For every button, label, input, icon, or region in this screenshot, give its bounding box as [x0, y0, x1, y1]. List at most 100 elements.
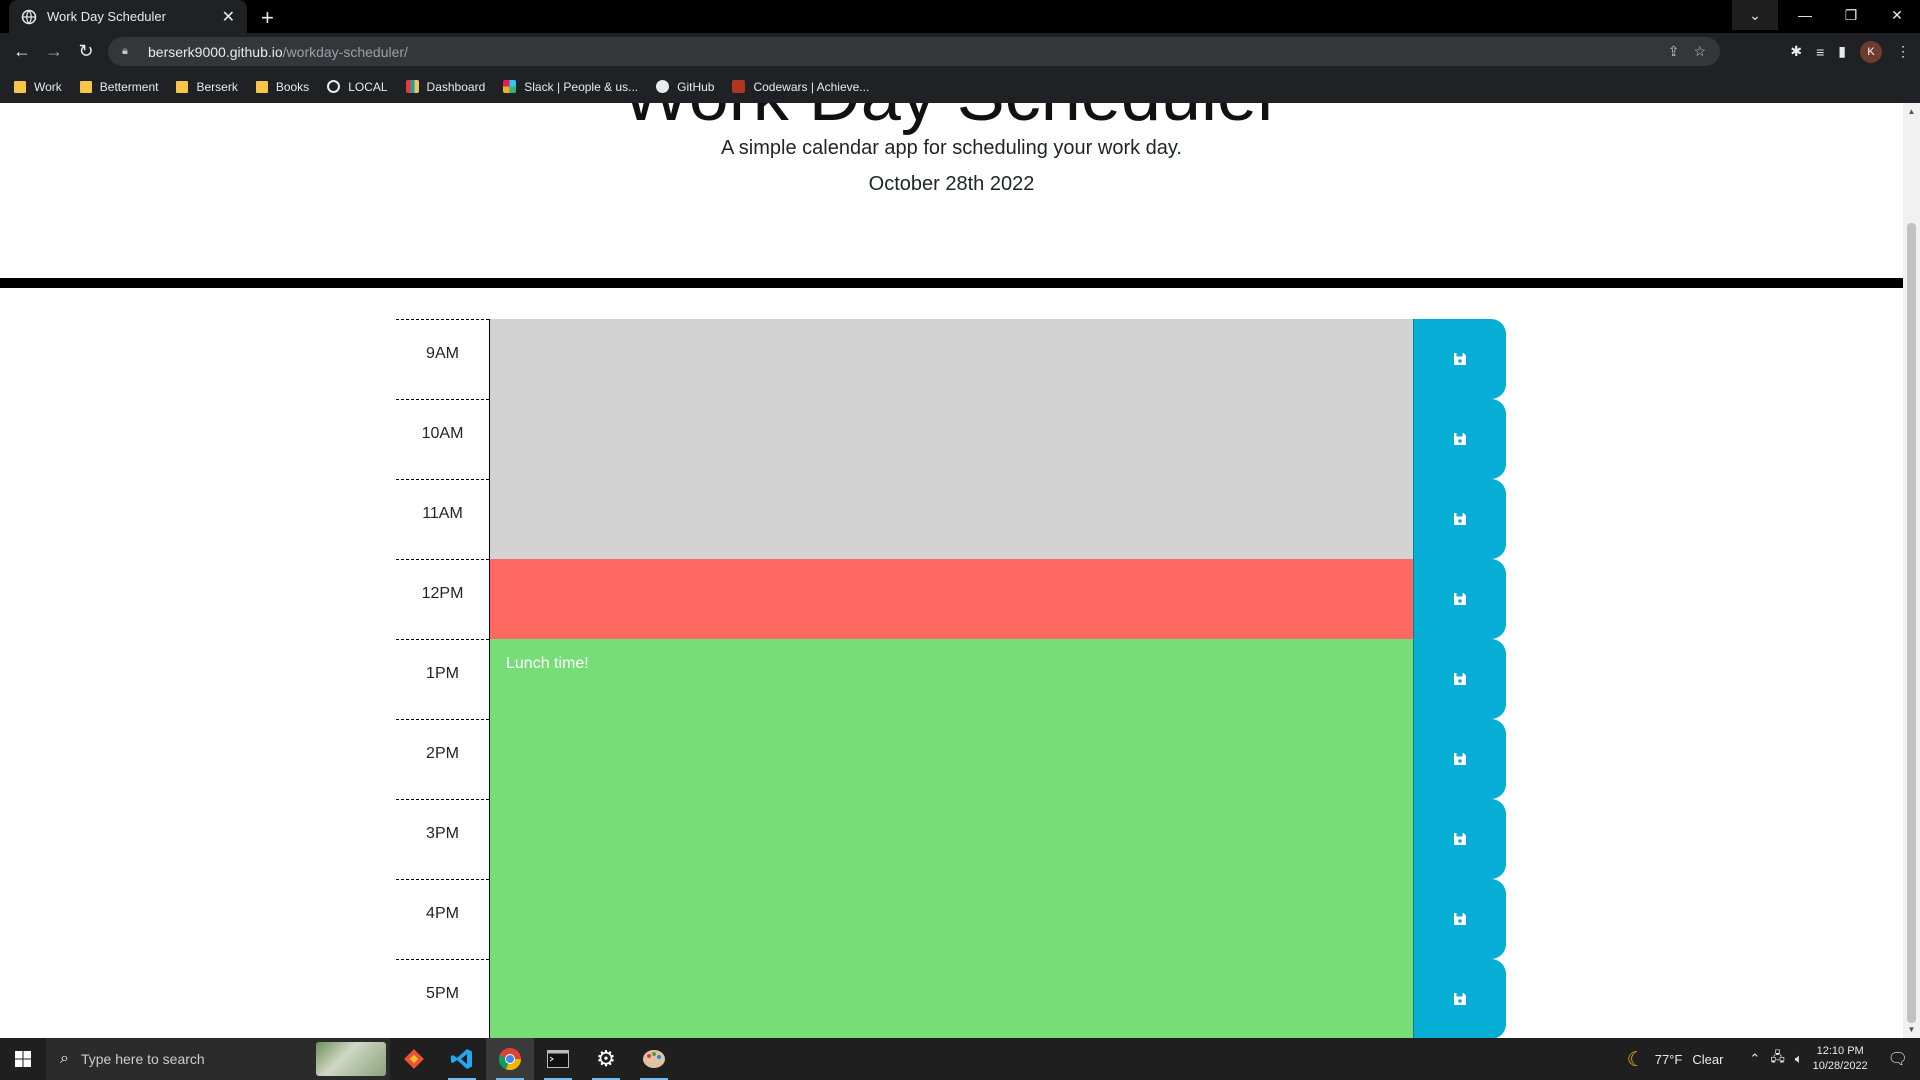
save-icon — [1454, 673, 1466, 685]
bookmark-berserk[interactable]: Berserk — [176, 80, 238, 94]
reload-icon[interactable]: ↻ — [70, 36, 102, 68]
bookmark-codewars[interactable]: Codewars | Achieve... — [732, 80, 869, 94]
chrome-app-icon[interactable] — [486, 1038, 534, 1080]
notifications-icon[interactable]: 🗨︎ — [1888, 1049, 1908, 1069]
save-icon — [1454, 753, 1466, 765]
scroll-up-icon[interactable]: ▲ — [1907, 107, 1916, 116]
forward-icon[interactable]: → — [38, 36, 70, 68]
bookmark-label: Codewars | Achieve... — [753, 79, 870, 94]
globe-icon — [327, 80, 341, 93]
scrollbar-thumb[interactable] — [1907, 223, 1916, 1023]
event-description[interactable] — [489, 399, 1413, 479]
back-icon[interactable]: ← — [6, 36, 38, 68]
share-icon[interactable]: ⇪ — [1668, 43, 1680, 60]
save-icon — [1454, 913, 1466, 925]
folder-icon — [176, 80, 189, 93]
new-tab-button[interactable]: + — [261, 7, 274, 29]
bookmark-slack[interactable]: Slack | People & us... — [503, 80, 638, 94]
save-button[interactable] — [1413, 799, 1506, 879]
browser-tab[interactable]: Work Day Scheduler ✕ — [9, 0, 247, 33]
avatar[interactable]: K — [1860, 40, 1882, 63]
scroll-down-icon[interactable]: ▼ — [1907, 1025, 1916, 1034]
event-description[interactable] — [489, 959, 1413, 1038]
paint-app-icon[interactable] — [630, 1038, 678, 1080]
bookmark-label: Books — [275, 79, 310, 94]
save-button[interactable] — [1413, 879, 1506, 959]
page-viewport: Work Day Scheduler A simple calendar app… — [0, 103, 1903, 1038]
close-window-icon[interactable]: ✕ — [1874, 0, 1920, 30]
time-block: 3PM — [396, 799, 1506, 879]
event-description[interactable] — [489, 319, 1413, 399]
save-button[interactable] — [1413, 719, 1506, 799]
lock-icon[interactable]: 🔒︎ — [122, 45, 136, 58]
extensions-icon[interactable]: ✱ — [1790, 43, 1802, 60]
time-block: 4PM — [396, 879, 1506, 959]
hour-label: 3PM — [396, 799, 489, 879]
bookmark-label: Work — [34, 79, 62, 94]
weather-temp[interactable]: 77°F — [1655, 1052, 1683, 1067]
address-bar[interactable]: 🔒︎ berserk9000.github.io/workday-schedul… — [108, 37, 1720, 66]
time-block: 9AM — [396, 319, 1506, 399]
chevron-up-icon[interactable]: ⌃ — [1749, 1051, 1760, 1067]
hour-label: 10AM — [396, 399, 489, 479]
taskbar-search[interactable]: ⌕ Type here to search — [46, 1038, 390, 1080]
event-description[interactable] — [489, 879, 1413, 959]
bookmark-label: Slack | People & us... — [524, 79, 639, 94]
moon-icon[interactable]: ☾ — [1627, 1047, 1645, 1072]
bookmark-star-icon[interactable]: ☆ — [1693, 43, 1706, 60]
time-block: 11AM — [396, 479, 1506, 559]
tab-search-icon[interactable]: ⌄ — [1732, 0, 1778, 30]
settings-app-icon[interactable]: ⚙ — [582, 1038, 630, 1080]
save-button[interactable] — [1413, 399, 1506, 479]
git-app-icon[interactable] — [390, 1038, 438, 1080]
minimize-icon[interactable]: — — [1782, 0, 1828, 30]
clock-date: 10/28/2022 — [1812, 1060, 1868, 1072]
save-icon — [1454, 833, 1466, 845]
restore-icon[interactable]: ❐ — [1828, 0, 1874, 30]
current-date: October 28th 2022 — [868, 173, 1035, 195]
bookmark-local[interactable]: LOCAL — [327, 80, 388, 94]
menu-icon[interactable]: ⋮ — [1896, 43, 1910, 60]
taskbar-clock[interactable]: 12:10 PM 10/28/2022 — [1813, 1044, 1868, 1074]
close-tab-icon[interactable]: ✕ — [222, 7, 235, 27]
volume-icon[interactable]: 🔈︎ — [1795, 1051, 1803, 1067]
vscode-app-icon[interactable] — [438, 1038, 486, 1080]
time-block: 10AM — [396, 399, 1506, 479]
page-scrollbar[interactable]: ▲ ▼ — [1903, 103, 1920, 1038]
network-icon[interactable]: 🖧︎ — [1770, 1048, 1785, 1070]
save-button[interactable] — [1413, 479, 1506, 559]
windows-logo-icon — [15, 1051, 31, 1067]
bookmark-work[interactable]: Work — [14, 80, 62, 94]
clock-time: 12:10 PM — [1816, 1045, 1864, 1057]
save-icon — [1454, 593, 1466, 605]
bookmark-betterment[interactable]: Betterment — [79, 79, 159, 94]
event-description[interactable] — [489, 559, 1413, 639]
media-control-icon[interactable]: ≡ — [1816, 44, 1824, 60]
start-button[interactable] — [0, 1038, 46, 1080]
hour-label: 11AM — [396, 479, 489, 559]
event-description[interactable] — [489, 479, 1413, 559]
system-tray: ☾ 77°F Clear ⌃ 🖧︎ 🔈︎ 12:10 PM 10/28/2022… — [1627, 1038, 1920, 1080]
bookmark-github[interactable]: GitHub — [656, 80, 714, 94]
event-description[interactable] — [489, 719, 1413, 799]
save-button[interactable] — [1413, 639, 1506, 719]
bookmark-dashboard[interactable]: Dashboard — [405, 79, 486, 94]
bookmark-books[interactable]: Books — [255, 79, 310, 94]
github-icon — [656, 80, 670, 93]
bookmark-label: Betterment — [99, 79, 159, 94]
search-highlight-icon[interactable] — [316, 1042, 386, 1076]
slack-icon — [503, 80, 517, 93]
save-button[interactable] — [1413, 319, 1506, 399]
save-button[interactable] — [1413, 959, 1506, 1038]
url-host: berserk9000.github.io — [148, 43, 283, 60]
save-button[interactable] — [1413, 559, 1506, 639]
side-panel-icon[interactable]: ▮ — [1838, 43, 1846, 60]
event-description[interactable] — [489, 799, 1413, 879]
url-path: /workday-scheduler/ — [282, 43, 408, 60]
bookmark-label: GitHub — [677, 79, 715, 94]
event-description[interactable]: Lunch time! — [489, 639, 1413, 719]
weather-text[interactable]: Clear — [1692, 1052, 1723, 1067]
codewars-icon — [732, 80, 746, 93]
terminal-app-icon[interactable] — [534, 1038, 582, 1080]
bookmark-label: Dashboard — [426, 79, 486, 94]
